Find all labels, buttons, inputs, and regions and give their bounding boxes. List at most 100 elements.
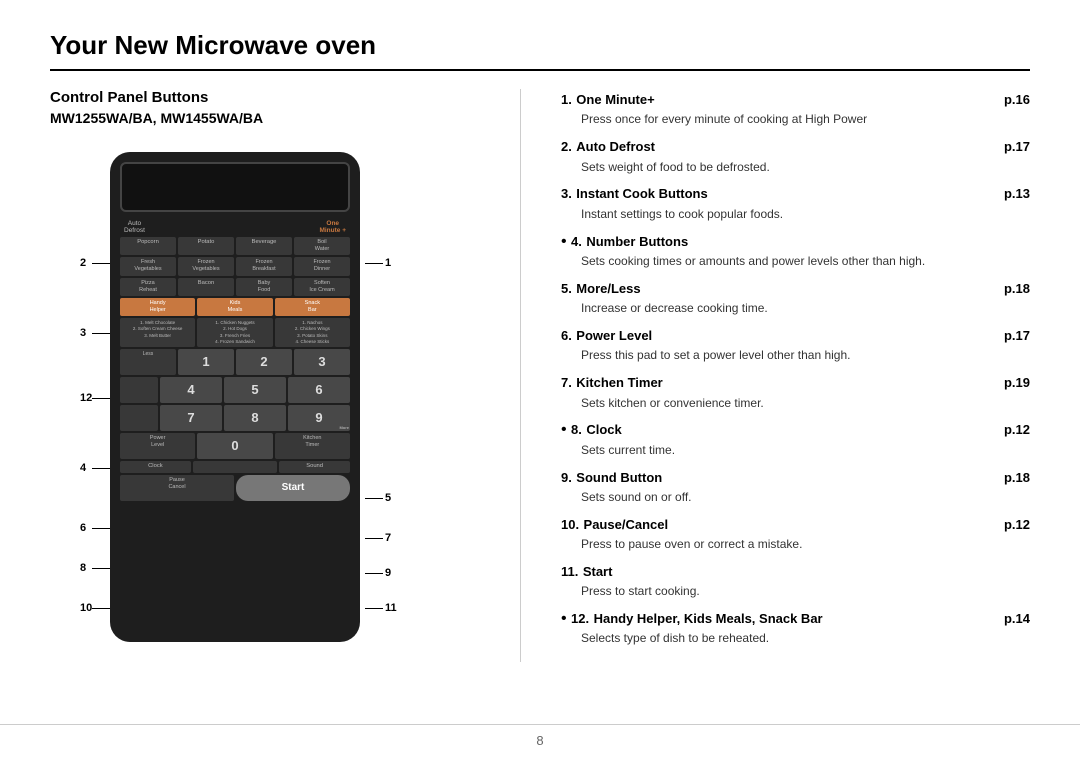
- fresh-veg-btn[interactable]: FreshVegetables: [120, 257, 176, 275]
- num-8-btn[interactable]: 8: [224, 405, 286, 431]
- item-1-title: 1. One Minute+: [561, 89, 655, 111]
- num-5-btn[interactable]: 5: [224, 377, 286, 403]
- microwave-diagram: 2 3 12 4 6 8 10 1 5 7 9 11: [50, 142, 460, 662]
- less-label: Less: [120, 349, 176, 375]
- num-9-btn[interactable]: 9More: [288, 405, 350, 431]
- kitchen-timer-btn[interactable]: KitchenTimer: [275, 433, 350, 459]
- row-instant-cook-2: FreshVegetables FrozenVegetables FrozenB…: [120, 257, 350, 275]
- divider: [520, 89, 521, 662]
- list-item-5: 5. More/Less p.18 Increase or decrease c…: [561, 278, 1030, 317]
- potato-btn[interactable]: Potato: [178, 237, 234, 255]
- num-0-btn[interactable]: 0: [197, 433, 272, 459]
- num-6-btn[interactable]: 6: [288, 377, 350, 403]
- feature-list: 1. One Minute+ p.16 Press once for every…: [561, 89, 1030, 647]
- label-9: 9: [385, 567, 391, 579]
- list-item-3: 3. Instant Cook Buttons p.13 Instant set…: [561, 183, 1030, 222]
- sound-btn[interactable]: Sound: [279, 461, 350, 473]
- microwave-screen: [120, 162, 350, 212]
- list-item-7: 7. Kitchen Timer p.19 Sets kitchen or co…: [561, 372, 1030, 411]
- item-8-title: • 8. Clock: [561, 419, 622, 441]
- label-5: 5: [385, 492, 391, 504]
- item-6-title: 6. Power Level: [561, 325, 652, 347]
- num-7-btn[interactable]: 7: [160, 405, 222, 431]
- beverage-btn[interactable]: Beverage: [236, 237, 292, 255]
- num-2-btn[interactable]: 2: [236, 349, 292, 375]
- number-row-1: Less 1 2 3: [120, 349, 350, 375]
- item-5-title: 5. More/Less: [561, 278, 641, 300]
- content-area: Control Panel Buttons MW1255WA/BA, MW145…: [50, 89, 1030, 662]
- start-btn[interactable]: Start: [236, 475, 350, 501]
- one-minute-btn-label: OneMinute +: [319, 220, 346, 234]
- label-8: 8: [80, 562, 86, 574]
- list-item-10: 10. Pause/Cancel p.12 Press to pause ove…: [561, 514, 1030, 553]
- bacon-btn[interactable]: Bacon: [178, 278, 234, 296]
- baby-food-btn[interactable]: BabyFood: [236, 278, 292, 296]
- item-7-title: 7. Kitchen Timer: [561, 372, 663, 394]
- item-3-title: 3. Instant Cook Buttons: [561, 183, 708, 205]
- label-7: 7: [385, 532, 391, 544]
- item-9-title: 9. Sound Button: [561, 467, 662, 489]
- list-item-2: 2. Auto Defrost p.17 Sets weight of food…: [561, 136, 1030, 175]
- line-1: [365, 263, 383, 264]
- section-title: Control Panel Buttons: [50, 89, 480, 106]
- snack-bar-list: 1. Nachos2. Chicken Wings3. Potato Skins…: [275, 318, 350, 347]
- bottom-row-1: PowerLevel 0 KitchenTimer: [120, 433, 350, 459]
- label-1: 1: [385, 257, 391, 269]
- frozen-breakfast-btn[interactable]: FrozenBreakfast: [236, 257, 292, 275]
- item-4-title: • 4. Number Buttons: [561, 231, 688, 253]
- item-11-title: 11. Start: [561, 561, 612, 583]
- frozen-veg-btn[interactable]: FrozenVegetables: [178, 257, 234, 275]
- handy-helper-btn[interactable]: HandyHelper: [120, 298, 195, 316]
- row-instant-cook-1: Popcorn Potato Beverage BoilWater: [120, 237, 350, 255]
- list-item-1: 1. One Minute+ p.16 Press once for every…: [561, 89, 1030, 128]
- page-footer: 8: [0, 724, 1080, 748]
- number-row-2: 4 5 6: [120, 377, 350, 403]
- label-4: 4: [80, 462, 86, 474]
- power-level-btn[interactable]: PowerLevel: [120, 433, 195, 459]
- list-item-12: • 12. Handy Helper, Kids Meals, Snack Ba…: [561, 608, 1030, 647]
- list-item-6: 6. Power Level p.17 Press this pad to se…: [561, 325, 1030, 364]
- snack-bar-btn[interactable]: SnackBar: [275, 298, 350, 316]
- soften-ice-cream-btn[interactable]: SoftenIce Cream: [294, 278, 350, 296]
- line-5: [365, 498, 383, 499]
- page-title: Your New Microwave oven: [50, 30, 1030, 71]
- pizza-reheat-btn[interactable]: PizzaReheat: [120, 278, 176, 296]
- pause-cancel-btn[interactable]: PauseCancel: [120, 475, 234, 501]
- label-11: 11: [385, 602, 397, 614]
- label-6: 6: [80, 522, 86, 534]
- bottom-row-2: Clock Sound: [120, 461, 350, 473]
- list-item-9: 9. Sound Button p.18 Sets sound on or of…: [561, 467, 1030, 506]
- left-panel: Control Panel Buttons MW1255WA/BA, MW145…: [50, 89, 480, 662]
- list-item-4: • 4. Number Buttons Sets cooking times o…: [561, 231, 1030, 270]
- row-sublists: 1. Melt Chocolate2. Soften Cream Cheese3…: [120, 318, 350, 347]
- kids-meals-list: 1. Chicken Nuggets2. Hot Dogs3. French F…: [197, 318, 272, 347]
- line-9: [365, 573, 383, 574]
- frozen-dinner-btn[interactable]: FrozenDinner: [294, 257, 350, 275]
- item-10-title: 10. Pause/Cancel: [561, 514, 668, 536]
- popcorn-btn[interactable]: Popcorn: [120, 237, 176, 255]
- list-item-8: • 8. Clock p.12 Sets current time.: [561, 419, 1030, 458]
- kids-meals-btn[interactable]: KidsMeals: [197, 298, 272, 316]
- handy-helper-list: 1. Melt Chocolate2. Soften Cream Cheese3…: [120, 318, 195, 347]
- clock-btn[interactable]: Clock: [120, 461, 191, 473]
- auto-defrost-btn-label: AutoDefrost: [124, 220, 145, 234]
- microwave-body: AutoDefrost OneMinute + Popcorn Potato B…: [110, 152, 360, 642]
- list-item-11: 11. Start Press to start cooking.: [561, 561, 1030, 600]
- row-handy-helper: HandyHelper KidsMeals SnackBar: [120, 298, 350, 316]
- page: Your New Microwave oven Control Panel Bu…: [0, 0, 1080, 763]
- right-panel: 1. One Minute+ p.16 Press once for every…: [561, 89, 1030, 662]
- label-3: 3: [80, 327, 86, 339]
- item-12-title: • 12. Handy Helper, Kids Meals, Snack Ba…: [561, 608, 823, 630]
- boil-water-btn[interactable]: BoilWater: [294, 237, 350, 255]
- line-11: [365, 608, 383, 609]
- line-7: [365, 538, 383, 539]
- num-1-btn[interactable]: 1: [178, 349, 234, 375]
- item-2-title: 2. Auto Defrost: [561, 136, 655, 158]
- number-row-3: 7 8 9More: [120, 405, 350, 431]
- num-4-btn[interactable]: 4: [160, 377, 222, 403]
- model-number: MW1255WA/BA, MW1455WA/BA: [50, 110, 480, 126]
- label-2: 2: [80, 257, 86, 269]
- label-12: 12: [80, 392, 92, 404]
- num-3-btn[interactable]: 3: [294, 349, 350, 375]
- label-10: 10: [80, 602, 92, 614]
